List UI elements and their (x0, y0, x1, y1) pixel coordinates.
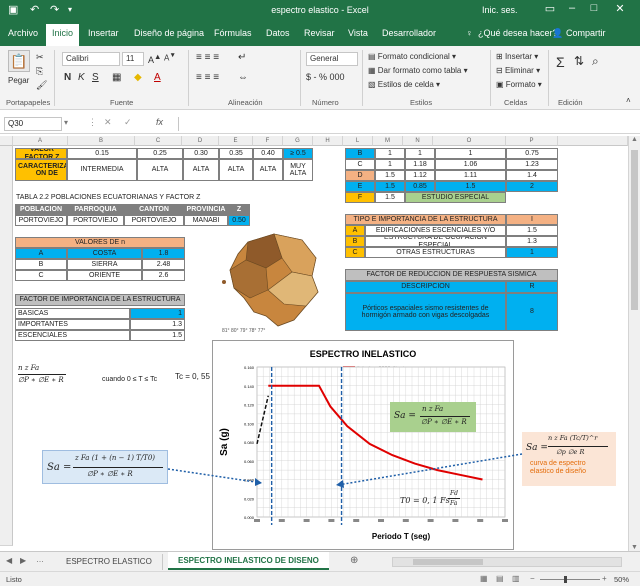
wrap-text-icon[interactable]: ↵ (238, 52, 246, 63)
minimize-icon[interactable]: – (562, 2, 582, 14)
zoom-slider[interactable] (540, 579, 600, 580)
italic-button[interactable]: K (78, 72, 85, 83)
paste-button[interactable]: Pegar (8, 76, 29, 85)
sheet-tab-espectro-inelastico[interactable]: ESPECTRO INELASTICO DE DISENO (168, 552, 329, 570)
cond-format-button[interactable]: ▤ Formato condicional ▾ (368, 52, 456, 61)
share-icon: 👤 (552, 28, 564, 38)
formula-input[interactable] (178, 117, 628, 131)
tell-me-box[interactable]: ¿Qué desea hacer? (478, 28, 558, 38)
bold-button[interactable]: N (64, 72, 71, 83)
fx-icon[interactable]: fx (156, 117, 163, 127)
vertical-scroll-thumb[interactable] (631, 150, 638, 310)
status-text: Listo (6, 575, 22, 584)
tab-insertar[interactable]: Insertar (88, 28, 119, 38)
delete-label: Eliminar (504, 66, 534, 75)
underline-button[interactable]: S (92, 72, 99, 83)
ribbon-options-icon[interactable]: ▭ (540, 2, 560, 15)
tab-more-icon[interactable]: … (36, 555, 44, 564)
tab-next-icon[interactable]: ▶ (20, 556, 26, 565)
zoom-level[interactable]: 50% (614, 575, 629, 584)
scroll-up-icon[interactable]: ▲ (631, 136, 638, 143)
autosum-icon[interactable]: Σ (556, 54, 565, 70)
insert-label: Insertar (504, 52, 533, 61)
close-icon[interactable]: ✕ (610, 2, 630, 15)
group-portapapeles: Portapapeles (6, 98, 51, 107)
paste-icon[interactable]: 📋 (8, 50, 30, 72)
find-icon[interactable]: ⌕ (592, 54, 599, 69)
zoom-out-icon[interactable]: − (530, 574, 535, 583)
fill-color-icon[interactable]: ◆ (134, 72, 142, 83)
collapse-ribbon-icon[interactable]: ˄ (626, 96, 631, 105)
group-estilos: Estilos (410, 98, 433, 107)
tab-archivo[interactable]: Archivo (8, 28, 38, 38)
tab-revisar[interactable]: Revisar (304, 28, 335, 38)
align-left-icon[interactable]: ≡ ≡ ≡ (196, 72, 219, 83)
more-icon: ⋮ (88, 117, 97, 127)
group-fuente: Fuente (110, 98, 134, 107)
tab-diseno-pagina[interactable]: Diseño de página (134, 28, 204, 38)
page-break-icon[interactable]: ▥ (512, 574, 520, 583)
sort-icon[interactable]: ⇅ (574, 54, 584, 68)
tab-prev-icon[interactable]: ◀ (6, 556, 12, 565)
tab-vista[interactable]: Vista (348, 28, 368, 38)
shrink-font-icon[interactable]: A▼ (164, 52, 176, 63)
horizontal-scroll-thumb[interactable] (413, 559, 483, 565)
enter-icon[interactable]: ✓ (124, 117, 132, 128)
share-button[interactable]: Compartir (566, 28, 606, 38)
format-label: Formato (505, 80, 536, 89)
normal-view-icon[interactable]: ▦ (480, 574, 488, 583)
tab-formulas[interactable]: Fórmulas (214, 28, 252, 38)
font-color-icon[interactable]: A (154, 72, 161, 83)
group-numero: Número (312, 98, 339, 107)
tab-desarrollador[interactable]: Desarrollador (382, 28, 436, 38)
insert-button[interactable]: ⊞ Insertar ▾ (496, 52, 538, 61)
format-button[interactable]: ▣ Formato ▾ (496, 80, 542, 89)
arrows-overlay (167, 453, 523, 488)
number-format-select[interactable]: General (306, 52, 358, 66)
copy-icon[interactable]: ⎘ (36, 66, 43, 77)
formula-bar: Q30 ▾ ⋮ ✕ ✓ fx (0, 114, 640, 134)
sheet-tabs-bar: ◀ ▶ … ESPECTRO ELASTICO ESPECTRO INELAST… (0, 551, 640, 571)
add-sheet-icon[interactable]: ⊕ (350, 555, 358, 566)
font-name-select[interactable]: Calibri (62, 52, 120, 66)
group-celdas: Celdas (504, 98, 528, 107)
cancel-icon[interactable]: ✕ (104, 117, 112, 128)
vertical-scrollbar[interactable]: ▲ ▼ (628, 136, 640, 551)
menu-bar: Archivo Inicio Insertar Diseño de página… (0, 22, 640, 46)
ribbon: 📋 Pegar ✂ ⎘ 🖌 Portapapeles Calibri 11 A▲… (0, 46, 640, 110)
sheet-tab-espectro-elastico[interactable]: ESPECTRO ELASTICO (56, 554, 163, 570)
zoom-slider-thumb[interactable] (564, 576, 567, 583)
lightbulb-icon: ♀ (466, 28, 473, 38)
page-layout-icon[interactable]: ▤ (496, 574, 504, 583)
cell-styles-button[interactable]: ▧ Estilos de celda ▾ (368, 80, 440, 89)
align-top-icon[interactable]: ≡ ≡ ≡ (196, 52, 219, 63)
format-painter-icon[interactable]: 🖌 (36, 80, 47, 91)
currency-icon[interactable]: $ - % 000 (306, 72, 345, 82)
table-format-button[interactable]: ▦ Dar formato como tabla ▾ (368, 66, 468, 75)
cut-icon[interactable]: ✂ (36, 52, 44, 63)
borders-icon[interactable]: ▦ (112, 72, 121, 83)
status-bar: Listo ▦ ▤ ▥ − + 50% (0, 571, 640, 586)
horizontal-scrollbar[interactable] (392, 557, 622, 567)
name-box[interactable]: Q30 (4, 117, 62, 131)
cell-styles-label: Estilos de celda (377, 80, 434, 89)
table-format-label: Dar formato como tabla (377, 66, 462, 75)
font-size-select[interactable]: 11 (122, 52, 144, 66)
sheet-area[interactable]: A B C D E F G H L M N O P VALOR FACTOR Z… (0, 136, 640, 551)
zoom-in-icon[interactable]: + (602, 574, 607, 583)
group-edicion: Edición (558, 98, 583, 107)
grow-font-icon[interactable]: A▲ (148, 52, 161, 65)
merge-icon[interactable]: ⇔ (238, 72, 248, 83)
tab-datos[interactable]: Datos (266, 28, 290, 38)
tab-inicio[interactable]: Inicio (46, 24, 80, 46)
cond-format-label: Formato condicional (377, 52, 450, 61)
title-bar: ▣ ↶ ↷ ▾ espectro elastico - Excel Inic. … (0, 0, 640, 22)
signin-link[interactable]: Inic. ses. (482, 5, 518, 15)
delete-button[interactable]: ⊟ Eliminar ▾ (496, 66, 540, 75)
name-box-dropdown-icon[interactable]: ▾ (64, 118, 68, 127)
group-alineacion: Alineación (228, 98, 263, 107)
maximize-icon[interactable]: □ (584, 2, 604, 14)
scroll-down-icon[interactable]: ▼ (631, 544, 638, 551)
